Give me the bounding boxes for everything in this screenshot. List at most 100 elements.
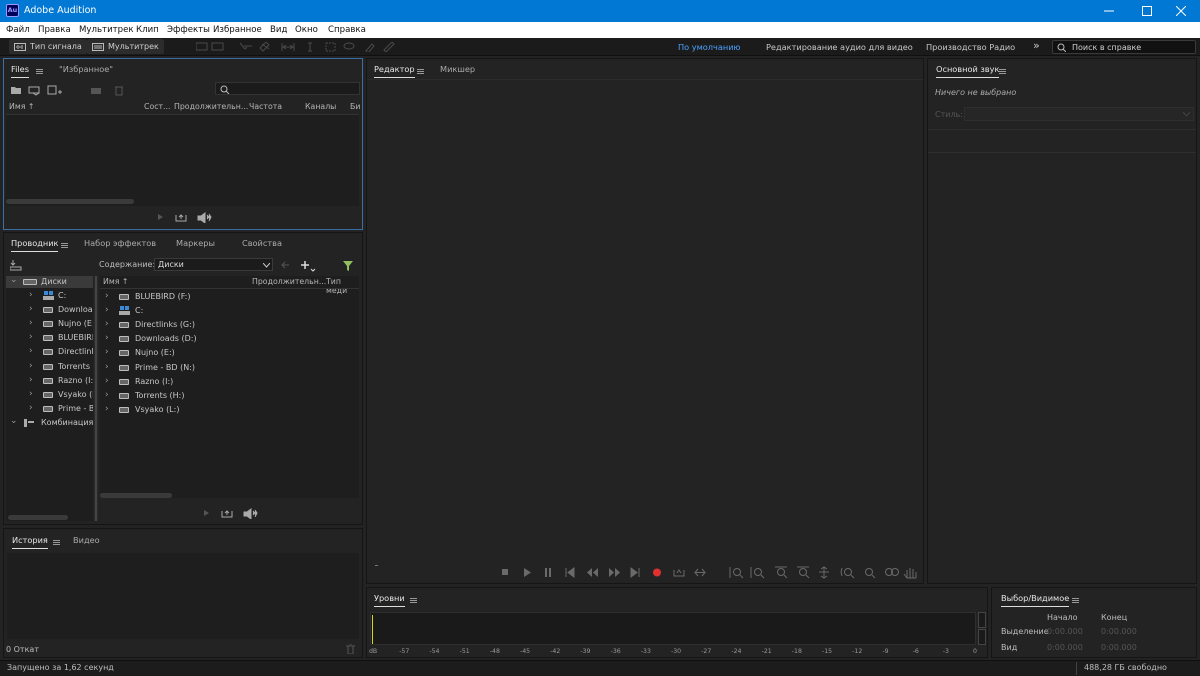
levels-title[interactable]: Уровни bbox=[374, 593, 405, 607]
browser-nav-icons[interactable] bbox=[281, 260, 361, 272]
col-rate[interactable]: Частота bbox=[249, 102, 282, 111]
workspace-video[interactable]: Редактирование аудио для видео bbox=[766, 42, 913, 52]
clip-indicator-right[interactable] bbox=[978, 629, 986, 645]
col-name[interactable]: Имя ↑ bbox=[9, 102, 34, 111]
list-item[interactable]: › C: bbox=[100, 305, 359, 317]
browser-panel-menu-icon[interactable] bbox=[61, 243, 68, 248]
chevron-down-icon[interactable]: ⌄ bbox=[10, 275, 18, 285]
tree-item[interactable]: › Prime - BD (N:) bbox=[6, 403, 93, 415]
files-list[interactable] bbox=[6, 114, 359, 206]
chevron-right-icon[interactable]: › bbox=[29, 361, 33, 371]
workspaces-overflow-icon[interactable]: » bbox=[1033, 39, 1040, 52]
chevron-down-icon[interactable]: ⌄ bbox=[10, 416, 18, 426]
selection-view-title[interactable]: Выбор/Видимое bbox=[1001, 593, 1070, 607]
view-end-value[interactable]: 0:00.000 bbox=[1101, 643, 1137, 652]
menu-multitrack[interactable]: Мультитрек bbox=[79, 25, 134, 35]
history-panel-menu-icon[interactable] bbox=[53, 540, 60, 545]
list-item[interactable]: › Downloads (D:) bbox=[100, 333, 359, 345]
minimize-button[interactable] bbox=[1090, 0, 1128, 22]
content-dropdown[interactable]: Диски bbox=[154, 258, 273, 271]
chevron-right-icon[interactable]: › bbox=[29, 389, 33, 399]
chevron-right-icon[interactable]: › bbox=[29, 403, 33, 413]
close-button[interactable] bbox=[1162, 0, 1200, 22]
chevron-right-icon[interactable]: › bbox=[29, 290, 33, 300]
tab-history[interactable]: История bbox=[12, 535, 48, 549]
tab-effects-rack[interactable]: Набор эффектов bbox=[84, 238, 156, 248]
chevron-right-icon[interactable]: › bbox=[105, 404, 109, 414]
menu-view[interactable]: Вид bbox=[270, 25, 287, 35]
tree-item[interactable]: › Torrents (H:) bbox=[6, 361, 93, 373]
essential-sound-title[interactable]: Основной звук bbox=[936, 64, 1000, 78]
help-search-field[interactable]: Поиск в справке bbox=[1052, 40, 1196, 54]
selection-end-value[interactable]: 0:00.000 bbox=[1101, 627, 1137, 636]
list-col-name[interactable]: Имя ↑ bbox=[103, 277, 128, 286]
tab-files[interactable]: Files bbox=[11, 64, 29, 78]
workspace-default[interactable]: По умолчанию bbox=[678, 42, 740, 52]
list-item[interactable]: › Razno (I:) bbox=[100, 376, 359, 388]
list-hscrollbar[interactable] bbox=[100, 493, 172, 498]
tree-item[interactable]: › C: bbox=[6, 290, 93, 302]
chevron-right-icon[interactable]: › bbox=[105, 362, 109, 372]
files-playback-icons[interactable] bbox=[156, 212, 216, 223]
tab-video[interactable]: Видео bbox=[73, 535, 100, 545]
menu-help[interactable]: Справка bbox=[328, 25, 366, 35]
view-start-value[interactable]: 0:00.000 bbox=[1047, 643, 1083, 652]
col-duration[interactable]: Продолжительн... bbox=[174, 102, 248, 111]
tree-item[interactable]: › Downloads (D:) bbox=[6, 304, 93, 316]
chevron-right-icon[interactable]: › bbox=[105, 376, 109, 386]
chevron-right-icon[interactable]: › bbox=[105, 390, 109, 400]
selection-start-value[interactable]: 0:00.000 bbox=[1047, 627, 1083, 636]
levels-menu-icon[interactable] bbox=[410, 598, 417, 603]
files-panel-menu-icon[interactable] bbox=[36, 69, 43, 74]
files-hscrollbar[interactable] bbox=[6, 199, 134, 204]
files-search-input[interactable] bbox=[215, 82, 360, 95]
tab-mixer[interactable]: Микшер bbox=[440, 64, 475, 74]
menu-window[interactable]: Окно bbox=[295, 25, 318, 35]
chevron-right-icon[interactable]: › bbox=[29, 375, 33, 385]
clip-indicator-left[interactable] bbox=[978, 612, 986, 628]
tree-splitter[interactable] bbox=[94, 276, 98, 521]
chevron-right-icon[interactable]: › bbox=[29, 346, 33, 356]
list-col-duration[interactable]: Продолжительн... bbox=[252, 277, 326, 286]
chevron-right-icon[interactable]: › bbox=[29, 332, 33, 342]
chevron-right-icon[interactable]: › bbox=[105, 305, 109, 315]
menu-favorites[interactable]: Избранное bbox=[213, 25, 262, 35]
tab-properties[interactable]: Свойства bbox=[242, 238, 282, 248]
chevron-right-icon[interactable]: › bbox=[29, 304, 33, 314]
col-bits[interactable]: Би bbox=[350, 102, 360, 111]
chevron-right-icon[interactable]: › bbox=[29, 318, 33, 328]
chevron-right-icon[interactable]: › bbox=[105, 333, 109, 343]
import-icon[interactable] bbox=[10, 260, 24, 272]
tree-item[interactable]: › Nujno (E:) bbox=[6, 318, 93, 330]
chevron-right-icon[interactable]: › bbox=[105, 319, 109, 329]
tree-item[interactable]: › BLUEBIRD (F:) bbox=[6, 332, 93, 344]
chevron-right-icon[interactable]: › bbox=[105, 291, 109, 301]
col-status[interactable]: Сост... bbox=[144, 102, 170, 111]
style-dropdown[interactable] bbox=[964, 107, 1194, 121]
maximize-button[interactable] bbox=[1128, 0, 1166, 22]
menu-edit[interactable]: Правка bbox=[38, 25, 71, 35]
tree-item[interactable]: › Directlinks (G:) bbox=[6, 346, 93, 358]
menu-effects[interactable]: Эффекты bbox=[167, 25, 210, 35]
essential-sound-menu-icon[interactable] bbox=[999, 69, 1006, 74]
list-item[interactable]: › Directlinks (G:) bbox=[100, 319, 359, 331]
list-item[interactable]: › Nujno (E:) bbox=[100, 347, 359, 359]
multitrack-view-button[interactable]: Мультитрек bbox=[87, 39, 164, 54]
trash-icon[interactable] bbox=[346, 644, 355, 654]
list-item[interactable]: › Vsyako (L:) bbox=[100, 404, 359, 416]
tree-combo-row[interactable]: ⌄ Комбинация bbox=[6, 416, 93, 429]
list-item[interactable]: › BLUEBIRD (F:) bbox=[100, 291, 359, 303]
waveform-view-button[interactable]: Тип сигнала bbox=[9, 39, 87, 54]
menu-clip[interactable]: Клип bbox=[136, 25, 159, 35]
editing-tools-icon[interactable] bbox=[196, 42, 406, 52]
tab-markers[interactable]: Маркеры bbox=[176, 238, 215, 248]
transport-controls[interactable] bbox=[499, 566, 919, 579]
history-list[interactable] bbox=[7, 553, 359, 639]
chevron-right-icon[interactable]: › bbox=[105, 347, 109, 357]
tab-editor[interactable]: Редактор bbox=[374, 64, 415, 78]
editor-panel-menu-icon[interactable] bbox=[417, 69, 424, 74]
tree-item[interactable]: › Razno (I:) bbox=[6, 375, 93, 387]
selection-view-menu-icon[interactable] bbox=[1072, 598, 1079, 603]
tree-hscrollbar[interactable] bbox=[8, 515, 68, 520]
files-toolbar-icons[interactable] bbox=[11, 84, 131, 96]
